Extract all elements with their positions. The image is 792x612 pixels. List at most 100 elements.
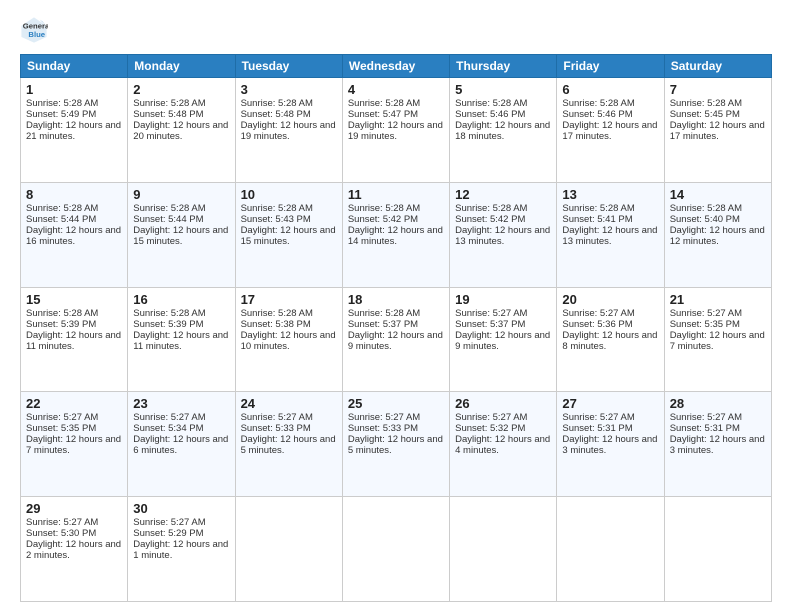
sunrise: Sunrise: 5:28 AM: [348, 308, 420, 319]
sunset: Sunset: 5:35 PM: [26, 423, 96, 434]
sunset: Sunset: 5:35 PM: [670, 319, 740, 330]
day-number: 28: [670, 396, 766, 411]
sunrise: Sunrise: 5:28 AM: [562, 203, 634, 214]
day-cell: 12Sunrise: 5:28 AMSunset: 5:42 PMDayligh…: [450, 182, 557, 287]
day-cell: 4Sunrise: 5:28 AMSunset: 5:47 PMDaylight…: [342, 78, 449, 183]
sunset: Sunset: 5:39 PM: [26, 319, 96, 330]
sunrise: Sunrise: 5:28 AM: [670, 98, 742, 109]
day-cell: 10Sunrise: 5:28 AMSunset: 5:43 PMDayligh…: [235, 182, 342, 287]
sunrise: Sunrise: 5:28 AM: [241, 98, 313, 109]
day-number: 17: [241, 292, 337, 307]
sunrise: Sunrise: 5:27 AM: [455, 412, 527, 423]
week-row-1: 1Sunrise: 5:28 AMSunset: 5:49 PMDaylight…: [21, 78, 772, 183]
day-cell: 27Sunrise: 5:27 AMSunset: 5:31 PMDayligh…: [557, 392, 664, 497]
sunrise: Sunrise: 5:27 AM: [562, 308, 634, 319]
day-cell: 25Sunrise: 5:27 AMSunset: 5:33 PMDayligh…: [342, 392, 449, 497]
sunrise: Sunrise: 5:27 AM: [562, 412, 634, 423]
day-number: 24: [241, 396, 337, 411]
daylight: Daylight: 12 hours and 5 minutes.: [348, 434, 443, 456]
sunrise: Sunrise: 5:28 AM: [348, 203, 420, 214]
sunset: Sunset: 5:44 PM: [133, 214, 203, 225]
daylight: Daylight: 12 hours and 11 minutes.: [133, 330, 228, 352]
day-cell: 2Sunrise: 5:28 AMSunset: 5:48 PMDaylight…: [128, 78, 235, 183]
sunset: Sunset: 5:41 PM: [562, 214, 632, 225]
sunset: Sunset: 5:37 PM: [455, 319, 525, 330]
daylight: Daylight: 12 hours and 15 minutes.: [241, 225, 336, 247]
day-number: 23: [133, 396, 229, 411]
day-cell: 29Sunrise: 5:27 AMSunset: 5:30 PMDayligh…: [21, 497, 128, 602]
day-number: 4: [348, 82, 444, 97]
day-number: 19: [455, 292, 551, 307]
sunset: Sunset: 5:46 PM: [455, 109, 525, 120]
daylight: Daylight: 12 hours and 7 minutes.: [670, 330, 765, 352]
sunrise: Sunrise: 5:27 AM: [133, 412, 205, 423]
day-cell: 14Sunrise: 5:28 AMSunset: 5:40 PMDayligh…: [664, 182, 771, 287]
sunset: Sunset: 5:47 PM: [348, 109, 418, 120]
daylight: Daylight: 12 hours and 2 minutes.: [26, 539, 121, 561]
sunrise: Sunrise: 5:28 AM: [26, 98, 98, 109]
day-cell: [664, 497, 771, 602]
day-cell: 21Sunrise: 5:27 AMSunset: 5:35 PMDayligh…: [664, 287, 771, 392]
day-number: 15: [26, 292, 122, 307]
day-cell: 19Sunrise: 5:27 AMSunset: 5:37 PMDayligh…: [450, 287, 557, 392]
day-cell: 6Sunrise: 5:28 AMSunset: 5:46 PMDaylight…: [557, 78, 664, 183]
daylight: Daylight: 12 hours and 19 minutes.: [348, 120, 443, 142]
sunrise: Sunrise: 5:27 AM: [241, 412, 313, 423]
sunset: Sunset: 5:33 PM: [241, 423, 311, 434]
sunset: Sunset: 5:38 PM: [241, 319, 311, 330]
sunrise: Sunrise: 5:28 AM: [133, 203, 205, 214]
day-number: 12: [455, 187, 551, 202]
daylight: Daylight: 12 hours and 1 minute.: [133, 539, 228, 561]
day-number: 11: [348, 187, 444, 202]
day-number: 20: [562, 292, 658, 307]
sunrise: Sunrise: 5:27 AM: [26, 517, 98, 528]
day-cell: 24Sunrise: 5:27 AMSunset: 5:33 PMDayligh…: [235, 392, 342, 497]
daylight: Daylight: 12 hours and 13 minutes.: [562, 225, 657, 247]
day-cell: 13Sunrise: 5:28 AMSunset: 5:41 PMDayligh…: [557, 182, 664, 287]
sunset: Sunset: 5:44 PM: [26, 214, 96, 225]
week-row-4: 22Sunrise: 5:27 AMSunset: 5:35 PMDayligh…: [21, 392, 772, 497]
daylight: Daylight: 12 hours and 11 minutes.: [26, 330, 121, 352]
daylight: Daylight: 12 hours and 7 minutes.: [26, 434, 121, 456]
day-cell: 15Sunrise: 5:28 AMSunset: 5:39 PMDayligh…: [21, 287, 128, 392]
day-number: 13: [562, 187, 658, 202]
day-header-thursday: Thursday: [450, 55, 557, 78]
day-number: 2: [133, 82, 229, 97]
day-cell: 7Sunrise: 5:28 AMSunset: 5:45 PMDaylight…: [664, 78, 771, 183]
day-number: 18: [348, 292, 444, 307]
day-number: 29: [26, 501, 122, 516]
sunset: Sunset: 5:33 PM: [348, 423, 418, 434]
sunrise: Sunrise: 5:28 AM: [26, 308, 98, 319]
day-number: 10: [241, 187, 337, 202]
sunset: Sunset: 5:30 PM: [26, 528, 96, 539]
day-cell: 26Sunrise: 5:27 AMSunset: 5:32 PMDayligh…: [450, 392, 557, 497]
logo-icon: General Blue: [20, 16, 48, 44]
day-cell: 1Sunrise: 5:28 AMSunset: 5:49 PMDaylight…: [21, 78, 128, 183]
daylight: Daylight: 12 hours and 20 minutes.: [133, 120, 228, 142]
day-cell: 17Sunrise: 5:28 AMSunset: 5:38 PMDayligh…: [235, 287, 342, 392]
calendar-table: SundayMondayTuesdayWednesdayThursdayFrid…: [20, 54, 772, 602]
sunset: Sunset: 5:42 PM: [455, 214, 525, 225]
sunset: Sunset: 5:45 PM: [670, 109, 740, 120]
day-cell: 9Sunrise: 5:28 AMSunset: 5:44 PMDaylight…: [128, 182, 235, 287]
sunrise: Sunrise: 5:28 AM: [241, 203, 313, 214]
day-cell: [450, 497, 557, 602]
day-number: 22: [26, 396, 122, 411]
sunset: Sunset: 5:49 PM: [26, 109, 96, 120]
day-number: 9: [133, 187, 229, 202]
sunrise: Sunrise: 5:28 AM: [455, 203, 527, 214]
daylight: Daylight: 12 hours and 5 minutes.: [241, 434, 336, 456]
daylight: Daylight: 12 hours and 17 minutes.: [562, 120, 657, 142]
daylight: Daylight: 12 hours and 17 minutes.: [670, 120, 765, 142]
sunrise: Sunrise: 5:27 AM: [26, 412, 98, 423]
daylight: Daylight: 12 hours and 3 minutes.: [670, 434, 765, 456]
day-number: 27: [562, 396, 658, 411]
daylight: Daylight: 12 hours and 13 minutes.: [455, 225, 550, 247]
sunset: Sunset: 5:34 PM: [133, 423, 203, 434]
svg-text:General: General: [23, 22, 48, 31]
daylight: Daylight: 12 hours and 12 minutes.: [670, 225, 765, 247]
header-row: SundayMondayTuesdayWednesdayThursdayFrid…: [21, 55, 772, 78]
day-cell: 30Sunrise: 5:27 AMSunset: 5:29 PMDayligh…: [128, 497, 235, 602]
sunset: Sunset: 5:48 PM: [241, 109, 311, 120]
sunset: Sunset: 5:31 PM: [670, 423, 740, 434]
